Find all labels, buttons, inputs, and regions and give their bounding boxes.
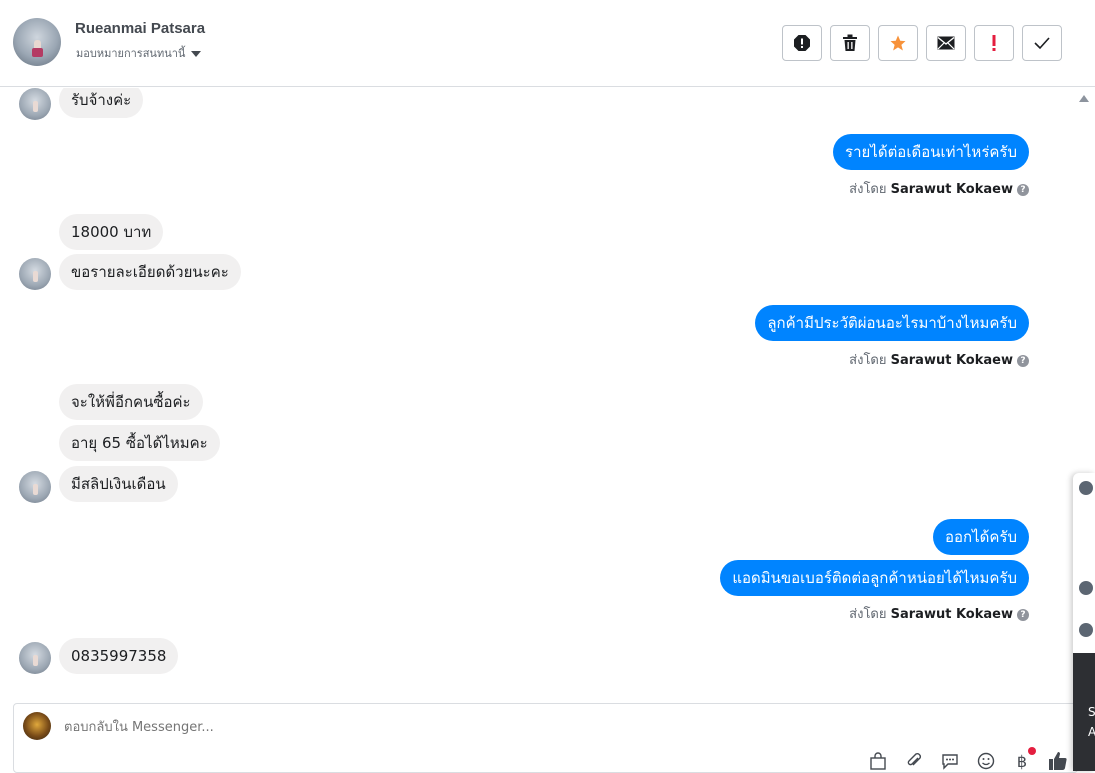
avatar	[19, 642, 51, 674]
caret-down-icon	[191, 51, 202, 57]
sent-by-prefix: ส่งโดย	[849, 353, 887, 368]
side-letter: S	[1088, 705, 1095, 719]
outgoing-message[interactable]: รายได้ต่อเดือนเท่าไหร่ครับ	[833, 134, 1029, 170]
sent-by-agent: Sarawut Kokaew	[890, 607, 1013, 622]
trash-icon	[843, 34, 857, 51]
smiley-icon	[977, 752, 995, 770]
reply-composer: ฿	[13, 703, 1078, 773]
baht-icon: ฿	[1016, 751, 1028, 771]
sent-by-agent: Sarawut Kokaew	[890, 353, 1013, 368]
incoming-message[interactable]: มีสลิปเงินเดือน	[59, 466, 178, 502]
conversation-toolbar	[782, 25, 1062, 61]
mark-unread-button[interactable]	[926, 25, 966, 61]
avatar	[19, 258, 51, 290]
help-icon[interactable]: ?	[1017, 608, 1029, 621]
composer-toolbar: ฿	[867, 747, 1069, 771]
notification-dot	[1028, 747, 1036, 755]
sent-by-label: ส่งโดย Sarawut Kokaew?	[849, 349, 1029, 370]
sent-by-agent: Sarawut Kokaew	[890, 182, 1013, 197]
sent-by-prefix: ส่งโดย	[849, 607, 887, 622]
attach-button[interactable]	[903, 751, 925, 771]
incoming-message[interactable]: ขอรายละเอียดด้วยนะคะ	[59, 254, 241, 290]
side-dark-panel[interactable]: S A	[1073, 653, 1095, 771]
side-letter: A	[1088, 725, 1095, 739]
help-icon[interactable]: ?	[1017, 354, 1029, 367]
saved-replies-button[interactable]	[939, 751, 961, 771]
checkmark-icon	[1034, 37, 1050, 50]
outgoing-message[interactable]: แอดมินขอเบอร์ติดต่อลูกค้าหน่อยได้ไหมครับ	[720, 560, 1029, 596]
emoji-button[interactable]	[975, 751, 997, 771]
shop-bag-button[interactable]	[867, 751, 889, 771]
chat-bubble-icon	[942, 754, 958, 770]
sent-by-label: ส่งโดย Sarawut Kokaew?	[849, 603, 1029, 624]
mini-avatar[interactable]	[1079, 623, 1093, 637]
payment-button[interactable]: ฿	[1011, 747, 1036, 771]
assign-conversation-dropdown[interactable]: มอบหมายการสนทนานี้	[76, 44, 202, 62]
incoming-message[interactable]: อายุ 65 ซื้อได้ไหมคะ	[59, 425, 220, 461]
shopping-bag-icon	[870, 752, 886, 770]
like-button[interactable]	[1047, 751, 1069, 771]
conversation-header: Rueanmai Patsara มอบหมายการสนทนานี้	[0, 0, 1095, 87]
sent-by-label: ส่งโดย Sarawut Kokaew?	[849, 178, 1029, 199]
avatar	[19, 88, 51, 120]
reply-input[interactable]	[62, 719, 766, 736]
assign-label: มอบหมายการสนทนานี้	[76, 47, 186, 60]
incoming-message[interactable]: 18000 บาท	[59, 214, 164, 250]
message-thread[interactable]: รับจ้างค่ะ รายได้ต่อเดือนเท่าไหร่ครับ ส่…	[0, 88, 1075, 693]
thumbs-up-icon	[1049, 752, 1067, 770]
page-avatar	[23, 712, 51, 740]
sent-by-prefix: ส่งโดย	[849, 182, 887, 197]
report-spam-icon	[794, 35, 810, 51]
envelope-icon	[937, 36, 955, 50]
mini-avatar[interactable]	[1079, 581, 1093, 595]
avatar	[19, 471, 51, 503]
incoming-message[interactable]: รับจ้างค่ะ	[59, 88, 144, 118]
star-icon	[890, 35, 906, 51]
delete-button[interactable]	[830, 25, 870, 61]
outgoing-message[interactable]: ออกได้ครับ	[933, 519, 1029, 555]
outgoing-message[interactable]: ลูกค้ามีประวัติผ่อนอะไรมาบ้างไหมครับ	[755, 305, 1029, 341]
mark-important-button[interactable]	[974, 25, 1014, 61]
mini-avatar[interactable]	[1079, 481, 1093, 495]
star-button[interactable]	[878, 25, 918, 61]
paperclip-icon	[907, 753, 921, 766]
contact-avatar[interactable]	[13, 18, 61, 66]
help-icon[interactable]: ?	[1017, 183, 1029, 196]
exclamation-icon	[992, 35, 996, 51]
mark-done-button[interactable]	[1022, 25, 1062, 61]
contact-name[interactable]: Rueanmai Patsara	[75, 20, 205, 37]
incoming-message[interactable]: 0835997358	[59, 638, 179, 674]
report-spam-button[interactable]	[782, 25, 822, 61]
scroll-up-arrow-icon[interactable]	[1079, 95, 1089, 102]
incoming-message[interactable]: จะให้พี่อีกคนซื้อค่ะ	[59, 384, 203, 420]
